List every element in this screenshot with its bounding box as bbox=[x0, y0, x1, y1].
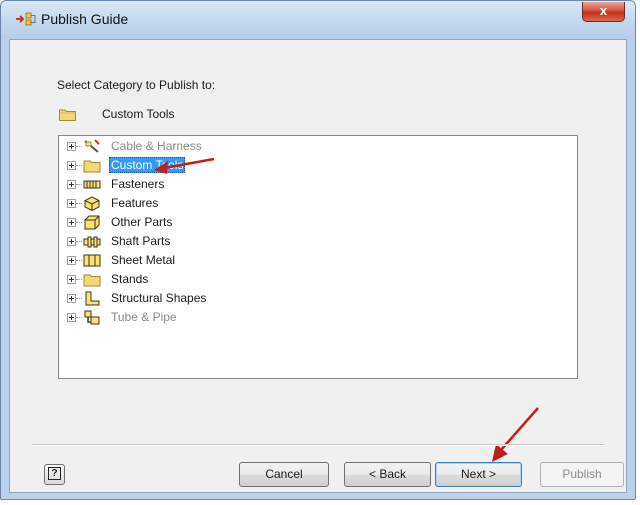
expand-icon[interactable] bbox=[67, 294, 76, 303]
button-separator bbox=[32, 444, 604, 446]
folder-icon bbox=[83, 160, 101, 173]
publish-arrow-icon bbox=[16, 12, 36, 26]
tree-item-label: Shaft Parts bbox=[111, 234, 171, 248]
annotation-arrow-icon bbox=[492, 407, 539, 462]
structural-shapes-icon bbox=[85, 291, 100, 306]
expand-icon[interactable] bbox=[67, 313, 76, 322]
tree-item-label: Structural Shapes bbox=[111, 291, 207, 305]
category-tree[interactable]: Cable & Harness Custom Tools Fasteners F… bbox=[58, 135, 578, 379]
title-bar[interactable]: Publish Guide x bbox=[1, 1, 635, 39]
expand-icon[interactable] bbox=[67, 161, 76, 170]
shaft-parts-icon bbox=[83, 236, 101, 248]
tree-item-label: Features bbox=[111, 196, 159, 210]
publish-button[interactable]: Publish bbox=[540, 462, 624, 487]
folder-icon bbox=[83, 274, 101, 287]
fasteners-icon bbox=[83, 180, 101, 189]
expand-icon[interactable] bbox=[67, 275, 76, 284]
sheet-metal-icon bbox=[83, 254, 101, 267]
tree-item-label: Cable & Harness bbox=[111, 139, 202, 153]
expand-icon[interactable] bbox=[67, 237, 76, 246]
other-parts-icon bbox=[84, 215, 100, 230]
publish-guide-window: Publish Guide x Select Category to Publi… bbox=[0, 0, 636, 500]
next-button[interactable]: Next > bbox=[435, 462, 522, 487]
tube-pipe-icon bbox=[84, 310, 100, 325]
tree-item-label: Stands bbox=[111, 272, 149, 286]
select-category-label: Select Category to Publish to: bbox=[57, 78, 216, 92]
back-button[interactable]: < Back bbox=[344, 462, 431, 487]
folder-icon bbox=[59, 109, 76, 121]
close-button[interactable]: x bbox=[582, 2, 625, 22]
window-title: Publish Guide bbox=[41, 11, 129, 27]
expand-icon[interactable] bbox=[67, 199, 76, 208]
annotation-arrow-icon bbox=[154, 157, 215, 174]
help-button[interactable]: ? bbox=[44, 464, 65, 485]
cable-harness-icon bbox=[84, 139, 100, 153]
tree-item-label: Tube & Pipe bbox=[111, 310, 177, 324]
expand-icon[interactable] bbox=[67, 218, 76, 227]
current-category-label: Custom Tools bbox=[102, 107, 175, 121]
expand-icon[interactable] bbox=[67, 142, 76, 151]
close-icon: x bbox=[599, 3, 608, 18]
tree-item-label: Other Parts bbox=[111, 215, 173, 229]
tree-item-label: Sheet Metal bbox=[111, 253, 176, 267]
features-icon bbox=[84, 196, 100, 211]
help-icon: ? bbox=[48, 467, 61, 480]
cancel-button[interactable]: Cancel bbox=[239, 462, 329, 487]
dialog-body: Select Category to Publish to: Custom To… bbox=[9, 39, 627, 493]
expand-icon[interactable] bbox=[67, 256, 76, 265]
expand-icon[interactable] bbox=[67, 180, 76, 189]
